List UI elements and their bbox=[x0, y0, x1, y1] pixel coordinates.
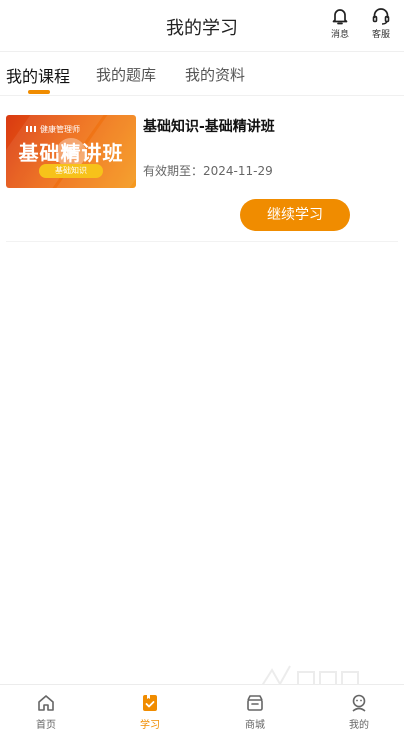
app-header: 我的学习 消息 客服 bbox=[0, 0, 404, 52]
course-card[interactable]: 健康管理师 基础精讲班 基础知识 基础知识-基础精讲班 有效期至：2024-11… bbox=[6, 96, 398, 242]
tab-my-question-bank[interactable]: 我的题库 bbox=[96, 64, 156, 85]
nav-home-label: 首页 bbox=[36, 720, 56, 731]
nav-mall-label: 商城 bbox=[245, 720, 265, 731]
customer-service-button[interactable]: 客服 bbox=[366, 6, 396, 40]
nav-mall[interactable]: 商城 bbox=[225, 693, 285, 731]
active-tab-indicator bbox=[28, 90, 50, 94]
study-icon bbox=[143, 695, 157, 711]
thumbnail-subtitle: 健康管理师 bbox=[26, 125, 80, 134]
nav-study-label: 学习 bbox=[140, 720, 160, 731]
content-tabs: 我的课程 我的题库 我的资料 bbox=[0, 52, 404, 96]
nav-profile-label: 我的 bbox=[349, 720, 369, 731]
messages-label: 消息 bbox=[330, 30, 349, 40]
course-thumbnail[interactable]: 健康管理师 基础精讲班 基础知识 bbox=[6, 115, 136, 188]
continue-learning-button[interactable]: 继续学习 bbox=[240, 199, 350, 231]
tab-my-courses[interactable]: 我的课程 bbox=[6, 63, 70, 87]
thumbnail-tag: 基础知识 bbox=[39, 164, 103, 178]
nav-profile[interactable]: 我的 bbox=[329, 693, 389, 731]
tab-my-materials[interactable]: 我的资料 bbox=[185, 64, 245, 85]
profile-icon bbox=[352, 694, 366, 712]
bell-icon bbox=[332, 9, 348, 25]
headset-icon bbox=[372, 8, 390, 25]
course-title: 基础知识-基础精讲班 bbox=[143, 119, 275, 135]
bottom-navigation: 首页 学习 商城 我的 bbox=[0, 684, 404, 733]
course-expiry: 有效期至：2024-11-29 bbox=[143, 164, 273, 178]
nav-study[interactable]: 学习 bbox=[120, 693, 180, 731]
customer-service-label: 客服 bbox=[371, 30, 390, 40]
nav-home[interactable]: 首页 bbox=[16, 693, 76, 731]
store-icon bbox=[247, 695, 263, 711]
messages-button[interactable]: 消息 bbox=[325, 6, 355, 40]
home-icon bbox=[38, 695, 54, 711]
